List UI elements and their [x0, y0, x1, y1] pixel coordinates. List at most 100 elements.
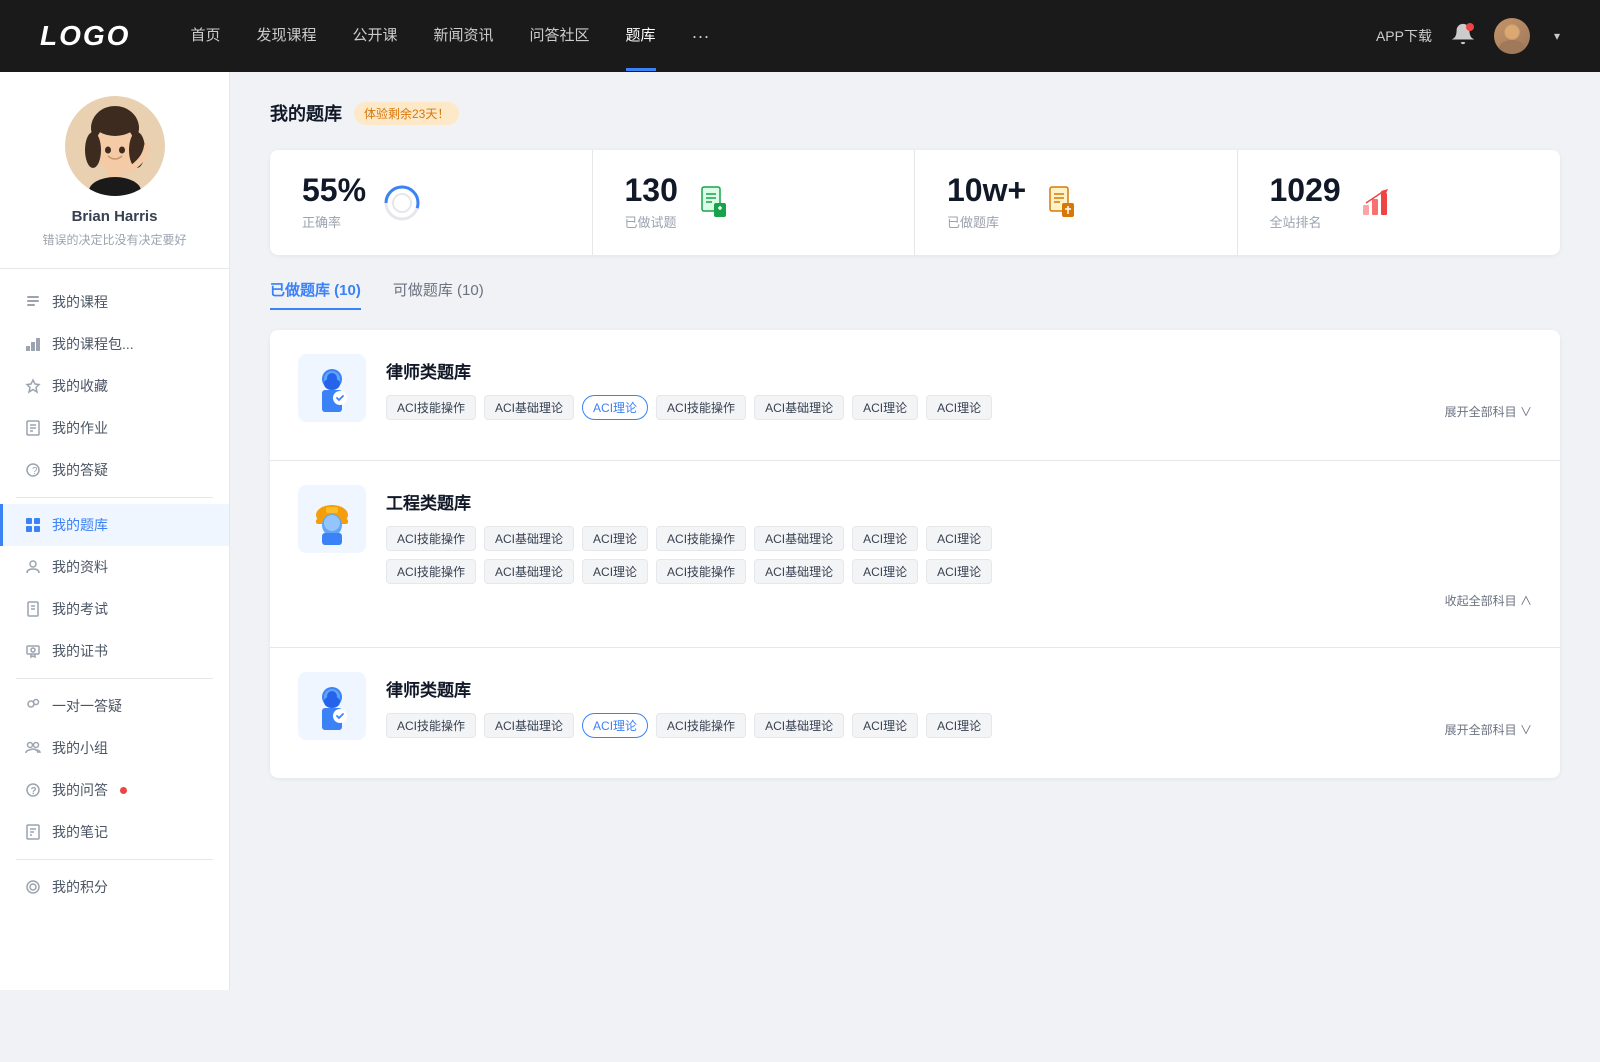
lawyer-2-tags: ACI技能操作 ACI基础理论 ACI理论 ACI技能操作 ACI基础理论 AC…: [386, 713, 1532, 738]
tag-item[interactable]: ACI理论: [582, 559, 648, 584]
tag-item[interactable]: ACI基础理论: [484, 559, 574, 584]
sidebar-item-groups[interactable]: 我的小组: [0, 727, 229, 769]
tag-item[interactable]: ACI技能操作: [656, 559, 746, 584]
quiz-bank-engineer: 工程类题库 ACI技能操作 ACI基础理论 ACI理论 ACI技能操作 ACI基…: [270, 461, 1560, 648]
quiz-bank-lawyer-2-header: 律师类题库 ACI技能操作 ACI基础理论 ACI理论 ACI技能操作 ACI基…: [298, 672, 1532, 740]
sidebar-item-notes[interactable]: 我的笔记: [0, 811, 229, 853]
sidebar-item-qa[interactable]: ? 我的答疑: [0, 449, 229, 491]
tag-item[interactable]: ACI理论: [926, 526, 992, 551]
tag-item[interactable]: ACI基础理论: [754, 713, 844, 738]
expand-link-3[interactable]: 展开全部科目 ∨: [1445, 721, 1532, 738]
nav-qa[interactable]: 问答社区: [530, 24, 590, 49]
tag-item[interactable]: ACI技能操作: [656, 713, 746, 738]
stat-banks-number: 10w+: [947, 174, 1026, 206]
nav-open-course[interactable]: 公开课: [352, 24, 397, 49]
stat-questions-label: 已做试题: [625, 212, 678, 231]
tag-item[interactable]: ACI技能操作: [656, 526, 746, 551]
rank-icon-wrap: [1357, 183, 1397, 223]
tag-item[interactable]: ACI理论: [926, 559, 992, 584]
stats-row: 55% 正确率 130 已做试题: [270, 150, 1560, 255]
lawyer-2-title: 律师类题库: [386, 676, 1532, 701]
tag-item[interactable]: ACI技能操作: [386, 713, 476, 738]
tag-item[interactable]: ACI理论: [852, 559, 918, 584]
avatar[interactable]: [1494, 18, 1530, 54]
tag-item[interactable]: ACI技能操作: [656, 395, 746, 420]
engineer-icon: [298, 485, 366, 553]
tag-item[interactable]: ACI基础理论: [754, 559, 844, 584]
tag-item-active[interactable]: ACI理论: [582, 713, 648, 738]
tab-done[interactable]: 已做题库 (10): [270, 279, 361, 310]
nav-home[interactable]: 首页: [190, 24, 220, 49]
nav-more[interactable]: ···: [692, 26, 710, 47]
sidebar-item-certs[interactable]: 我的证书: [0, 630, 229, 672]
tab-available[interactable]: 可做题库 (10): [393, 279, 484, 310]
avatar-chevron[interactable]: ▾: [1554, 29, 1560, 43]
nav-discover[interactable]: 发现课程: [256, 24, 316, 49]
stat-questions: 130 已做试题: [593, 150, 916, 255]
lawyer-2-icon: [298, 672, 366, 740]
expand-link-1[interactable]: 展开全部科目 ∨: [1445, 403, 1532, 420]
divider-2: [16, 678, 213, 679]
engineer-tags-row1: ACI技能操作 ACI基础理论 ACI理论 ACI技能操作 ACI基础理论 AC…: [386, 526, 1532, 551]
tag-item[interactable]: ACI技能操作: [386, 559, 476, 584]
sidebar-label-1on1: 一对一答疑: [52, 696, 122, 716]
profile-avatar[interactable]: [65, 96, 165, 196]
page-title: 我的题库: [270, 100, 342, 126]
main-content: 我的题库 体验剩余23天！ 55% 正确率: [230, 72, 1600, 990]
sidebar-item-courses[interactable]: 我的课程: [0, 281, 229, 323]
quiz-bank-icon: [24, 516, 42, 534]
profile-name: Brian Harris: [20, 208, 209, 225]
tag-item[interactable]: ACI理论: [852, 395, 918, 420]
sidebar-item-1on1[interactable]: 一对一答疑: [0, 685, 229, 727]
logo[interactable]: LOGO: [40, 20, 130, 52]
sidebar-label-questions: 我的问答: [52, 780, 108, 800]
sidebar-item-homework[interactable]: 我的作业: [0, 407, 229, 449]
notes-icon: [24, 823, 42, 841]
sidebar-item-questions[interactable]: ? 我的问答: [0, 769, 229, 811]
nav-quiz[interactable]: 题库: [626, 24, 656, 49]
sidebar-item-course-packages[interactable]: 我的课程包...: [0, 323, 229, 365]
tag-item[interactable]: ACI基础理论: [754, 395, 844, 420]
notification-dot: [1466, 23, 1474, 31]
nav-links: 首页 发现课程 公开课 新闻资讯 问答社区 题库 ···: [190, 24, 1376, 49]
sidebar-item-points[interactable]: 我的积分: [0, 866, 229, 908]
tag-item[interactable]: ACI理论: [926, 395, 992, 420]
tag-item[interactable]: ACI基础理论: [484, 526, 574, 551]
homework-icon: [24, 419, 42, 437]
tag-item[interactable]: ACI理论: [852, 713, 918, 738]
sidebar-label-notes: 我的笔记: [52, 822, 108, 842]
sidebar-label-profile: 我的资料: [52, 557, 108, 577]
stat-banks: 10w+ 已做题库: [915, 150, 1238, 255]
tag-item[interactable]: ACI理论: [852, 526, 918, 551]
tag-item[interactable]: ACI基础理论: [484, 395, 574, 420]
quiz-bank-lawyer-1: 律师类题库 ACI技能操作 ACI基础理论 ACI理论 ACI技能操作 ACI基…: [270, 330, 1560, 461]
points-icon: [24, 878, 42, 896]
sidebar-item-profile[interactable]: 我的资料: [0, 546, 229, 588]
sidebar-item-quiz-bank[interactable]: 我的题库: [0, 504, 229, 546]
quiz-bank-lawyer-1-header: 律师类题库 ACI技能操作 ACI基础理论 ACI理论 ACI技能操作 ACI基…: [298, 354, 1532, 422]
packages-icon: [24, 335, 42, 353]
doc-green-icon: [696, 185, 732, 221]
notification-bell[interactable]: [1452, 23, 1474, 50]
navbar: LOGO 首页 发现课程 公开课 新闻资讯 问答社区 题库 ··· APP下载: [0, 0, 1600, 72]
collapse-link[interactable]: 收起全部科目 ∧: [1445, 592, 1532, 609]
stat-accuracy: 55% 正确率: [270, 150, 593, 255]
questions-badge-dot: [120, 787, 127, 794]
favorites-icon: [24, 377, 42, 395]
tag-item[interactable]: ACI基础理论: [484, 713, 574, 738]
app-download-button[interactable]: APP下载: [1376, 26, 1432, 46]
tag-item[interactable]: ACI技能操作: [386, 526, 476, 551]
sidebar-item-favorites[interactable]: 我的收藏: [0, 365, 229, 407]
tag-item[interactable]: ACI理论: [926, 713, 992, 738]
tag-item[interactable]: ACI技能操作: [386, 395, 476, 420]
lawyer-1-title: 律师类题库: [386, 358, 1532, 383]
sidebar-menu: 我的课程 我的课程包... 我的收藏 我的作业: [0, 269, 229, 920]
tag-item[interactable]: ACI理论: [582, 526, 648, 551]
sidebar-item-exams[interactable]: 我的考试: [0, 588, 229, 630]
collapse-row: 收起全部科目 ∧: [386, 592, 1532, 609]
tag-item-active[interactable]: ACI理论: [582, 395, 648, 420]
tag-item[interactable]: ACI基础理论: [754, 526, 844, 551]
profile-section: Brian Harris 错误的决定比没有决定要好: [0, 96, 229, 269]
nav-news[interactable]: 新闻资讯: [434, 24, 494, 49]
sidebar-label-homework: 我的作业: [52, 418, 108, 438]
